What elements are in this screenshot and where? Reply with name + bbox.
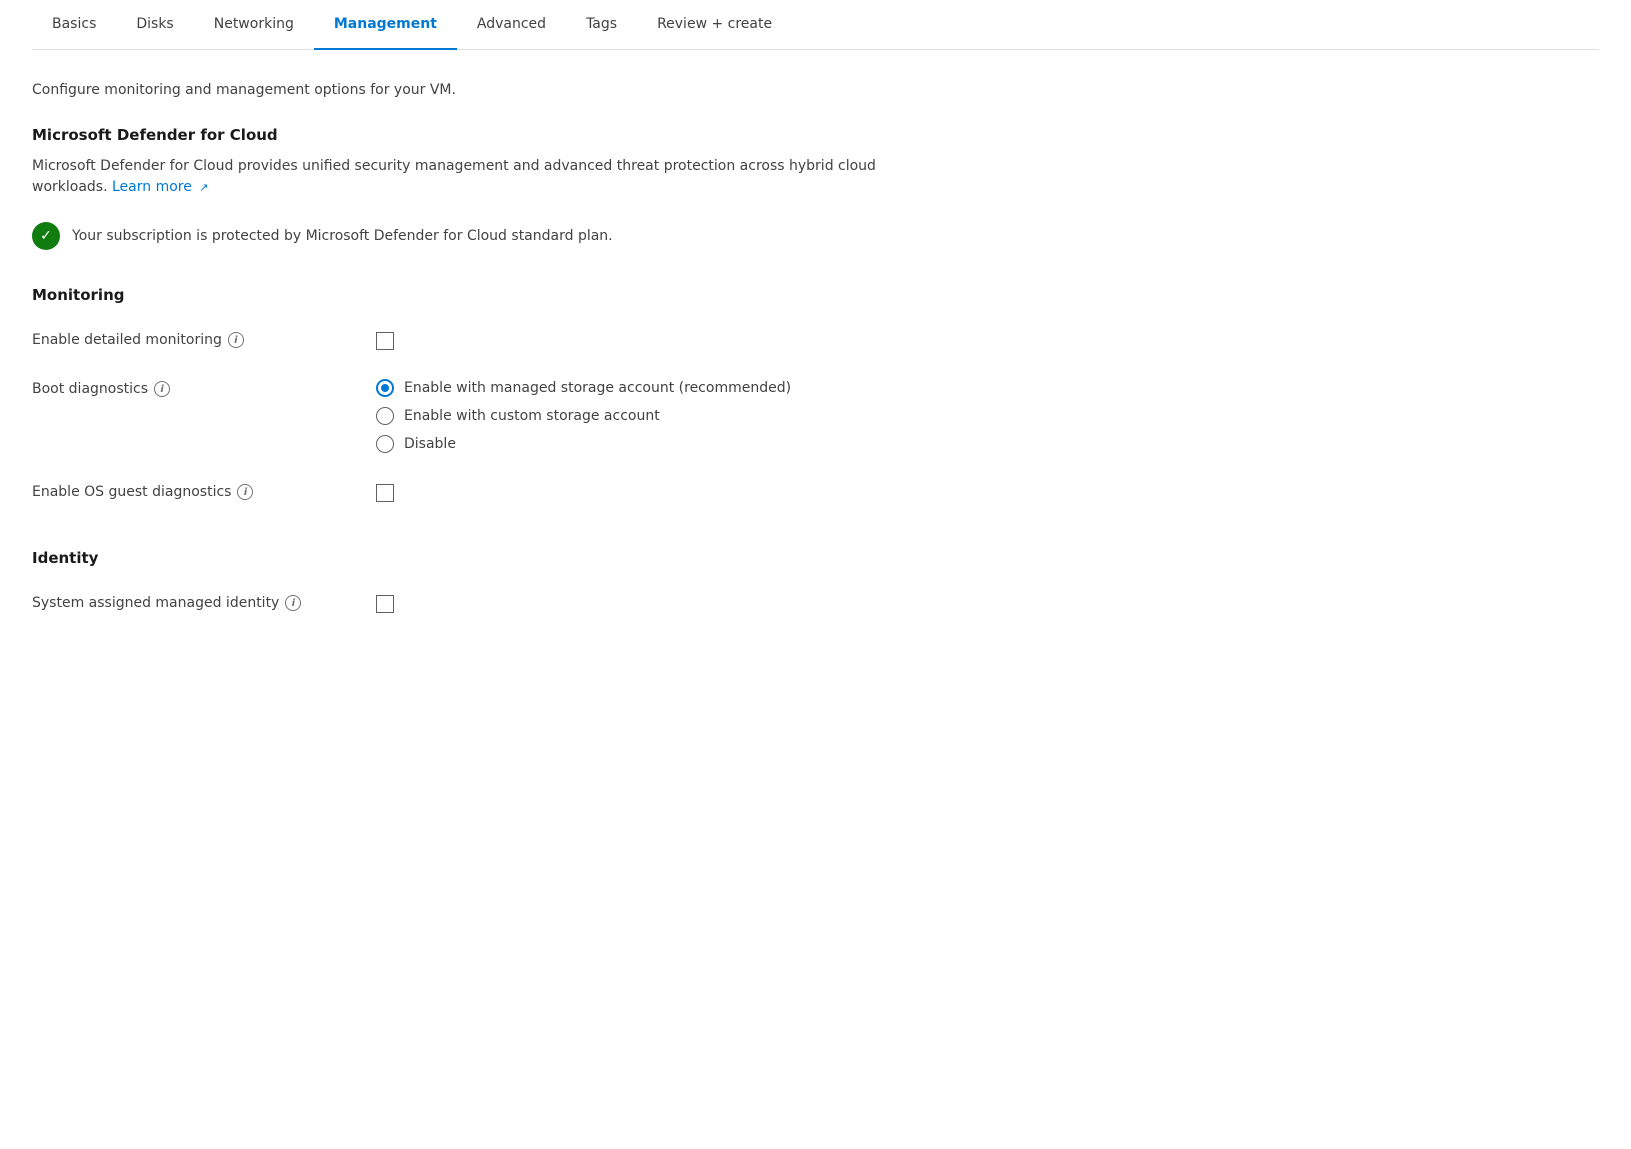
external-link-icon: ↗ bbox=[199, 180, 208, 197]
boot-diagnostics-label: Boot diagnostics i bbox=[32, 379, 352, 397]
tab-bar: Basics Disks Networking Management Advan… bbox=[32, 0, 1599, 50]
page-description: Configure monitoring and management opti… bbox=[32, 82, 1599, 98]
system-identity-row: System assigned managed identity i bbox=[32, 579, 1599, 628]
detailed-monitoring-checkbox[interactable] bbox=[376, 332, 394, 350]
tab-disks[interactable]: Disks bbox=[116, 0, 193, 50]
radio-custom-storage-label: Enable with custom storage account bbox=[404, 408, 660, 424]
system-identity-control bbox=[376, 593, 394, 613]
detailed-monitoring-info-icon[interactable]: i bbox=[228, 332, 244, 348]
learn-more-link[interactable]: Learn more ↗ bbox=[112, 179, 209, 195]
boot-diagnostics-row: Boot diagnostics i Enable with managed s… bbox=[32, 365, 1599, 468]
radio-disable[interactable]: Disable bbox=[376, 435, 791, 453]
identity-title: Identity bbox=[32, 549, 1599, 567]
detailed-monitoring-control bbox=[376, 330, 394, 350]
tab-basics[interactable]: Basics bbox=[32, 0, 116, 50]
protected-banner: Your subscription is protected by Micros… bbox=[32, 214, 1599, 258]
boot-diagnostics-control: Enable with managed storage account (rec… bbox=[376, 379, 791, 453]
system-identity-label: System assigned managed identity i bbox=[32, 593, 352, 611]
detailed-monitoring-row: Enable detailed monitoring i bbox=[32, 316, 1599, 365]
radio-custom-storage[interactable]: Enable with custom storage account bbox=[376, 407, 791, 425]
radio-managed-storage-label: Enable with managed storage account (rec… bbox=[404, 380, 791, 396]
protected-message: Your subscription is protected by Micros… bbox=[72, 228, 613, 244]
monitoring-title: Monitoring bbox=[32, 286, 1599, 304]
radio-disable-button[interactable] bbox=[376, 435, 394, 453]
main-container: Basics Disks Networking Management Advan… bbox=[0, 0, 1631, 668]
boot-diagnostics-info-icon[interactable]: i bbox=[154, 381, 170, 397]
defender-section: Microsoft Defender for Cloud Microsoft D… bbox=[32, 126, 1599, 258]
monitoring-section: Monitoring Enable detailed monitoring i … bbox=[32, 286, 1599, 517]
os-guest-diagnostics-control bbox=[376, 482, 394, 502]
radio-managed-storage[interactable]: Enable with managed storage account (rec… bbox=[376, 379, 791, 397]
check-circle-icon bbox=[32, 222, 60, 250]
os-guest-diagnostics-info-icon[interactable]: i bbox=[237, 484, 253, 500]
tab-advanced[interactable]: Advanced bbox=[457, 0, 566, 50]
tab-tags[interactable]: Tags bbox=[566, 0, 637, 50]
tab-management[interactable]: Management bbox=[314, 0, 457, 50]
system-identity-checkbox[interactable] bbox=[376, 595, 394, 613]
tab-networking[interactable]: Networking bbox=[194, 0, 314, 50]
os-guest-diagnostics-checkbox[interactable] bbox=[376, 484, 394, 502]
defender-description: Microsoft Defender for Cloud provides un… bbox=[32, 156, 932, 198]
radio-custom-storage-button[interactable] bbox=[376, 407, 394, 425]
radio-managed-storage-button[interactable] bbox=[376, 379, 394, 397]
identity-section: Identity System assigned managed identit… bbox=[32, 549, 1599, 628]
system-identity-info-icon[interactable]: i bbox=[285, 595, 301, 611]
boot-diagnostics-radio-group: Enable with managed storage account (rec… bbox=[376, 379, 791, 453]
tab-review-create[interactable]: Review + create bbox=[637, 0, 792, 50]
os-guest-diagnostics-row: Enable OS guest diagnostics i bbox=[32, 468, 1599, 517]
os-guest-diagnostics-label: Enable OS guest diagnostics i bbox=[32, 482, 352, 500]
radio-disable-label: Disable bbox=[404, 436, 456, 452]
defender-title: Microsoft Defender for Cloud bbox=[32, 126, 1599, 144]
page-content: Configure monitoring and management opti… bbox=[32, 74, 1599, 668]
detailed-monitoring-label: Enable detailed monitoring i bbox=[32, 330, 352, 348]
